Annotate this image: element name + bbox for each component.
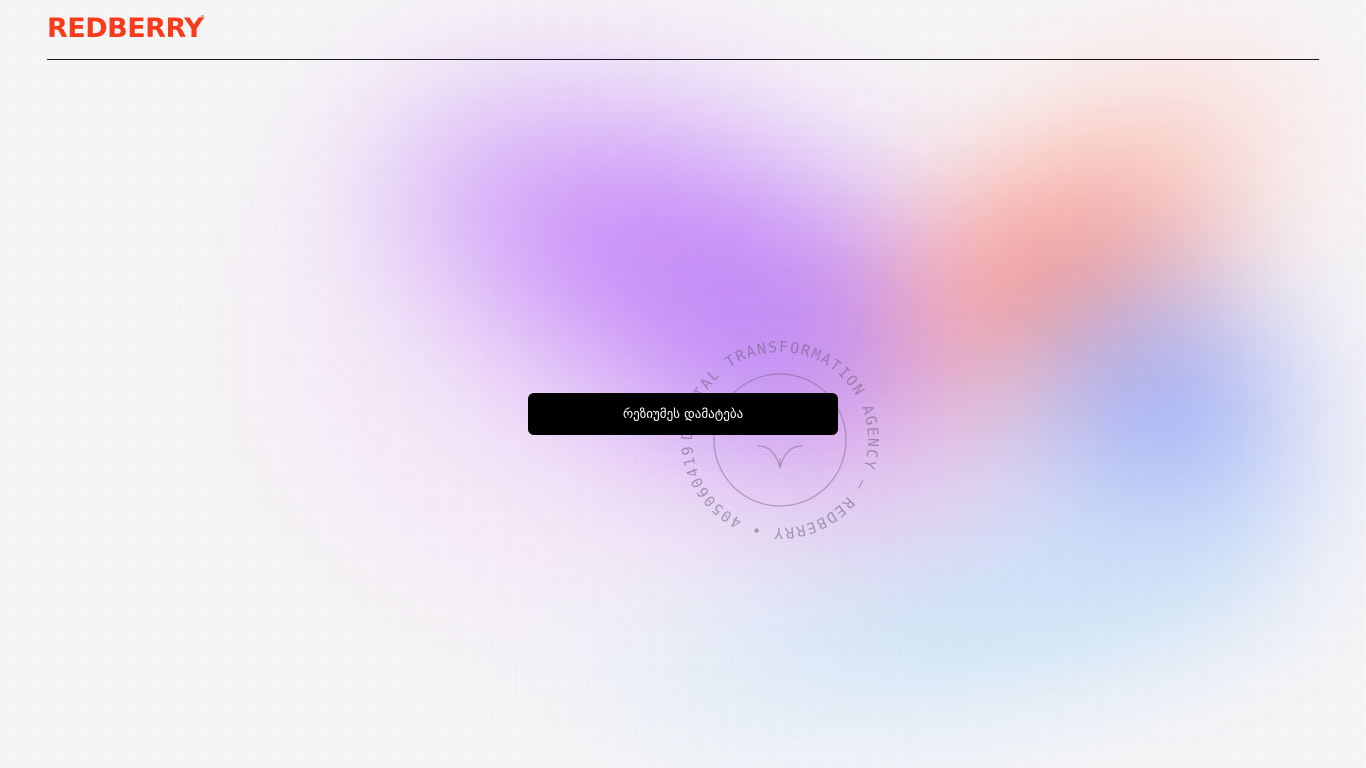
add-resume-button[interactable]: რეზიუმეს დამატება xyxy=(528,393,838,435)
stamp-ring-text: DIGITAL TRANSFORMATION AGENCY — REDBERRY… xyxy=(668,328,882,542)
background-gradient-blue xyxy=(931,198,1366,662)
redberry-logo[interactable]: REDBERRY xyxy=(47,14,204,44)
header-divider xyxy=(47,59,1319,60)
background-gradient-lightblue xyxy=(547,443,1333,768)
site-header: REDBERRY ® xyxy=(47,0,1319,60)
landing-page: REDBERRY ® DIGITAL TRANSFORMATION AGENCY… xyxy=(0,0,1366,768)
berry-leaf-icon xyxy=(757,445,803,469)
trademark-mark: ® xyxy=(200,15,205,21)
background-gradient-pink xyxy=(230,40,1050,660)
background-gradient-coral xyxy=(833,116,1267,454)
agency-stamp: DIGITAL TRANSFORMATION AGENCY — REDBERRY… xyxy=(668,328,882,542)
